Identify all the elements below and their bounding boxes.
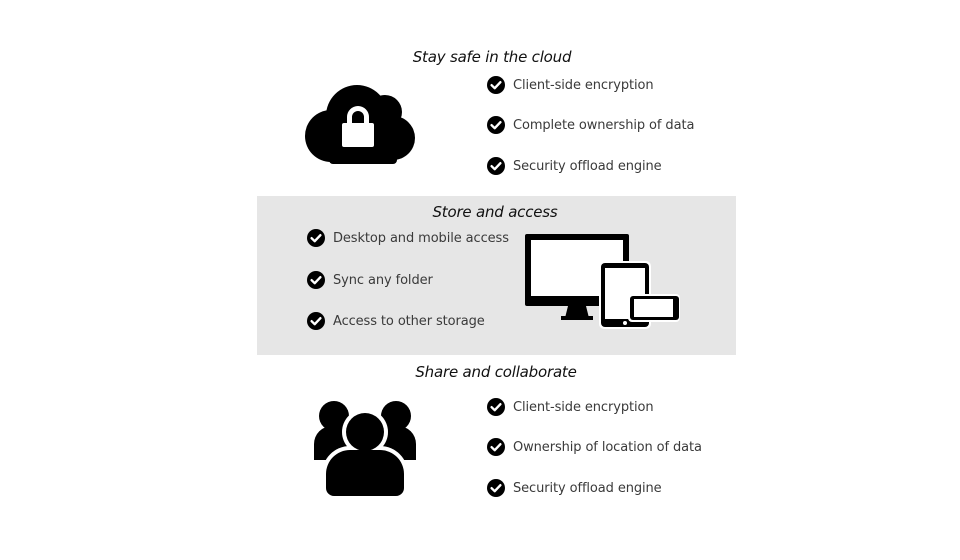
- check-circle-icon: [487, 76, 505, 94]
- section-title-safe: Stay safe in the cloud: [412, 48, 572, 66]
- item-label: Security offload engine: [513, 158, 662, 174]
- list-item: Client-side encryption: [487, 397, 654, 417]
- list-item: Security offload engine: [487, 156, 662, 176]
- check-circle-icon: [487, 479, 505, 497]
- check-circle-icon: [307, 271, 325, 289]
- list-item: Access to other storage: [307, 311, 485, 331]
- section-title-store: Store and access: [432, 203, 558, 221]
- item-label: Security offload engine: [513, 480, 662, 496]
- check-circle-icon: [487, 157, 505, 175]
- item-label: Ownership of location of data: [513, 439, 702, 455]
- list-item: Security offload engine: [487, 478, 662, 498]
- item-label: Client-side encryption: [513, 77, 654, 93]
- check-circle-icon: [487, 398, 505, 416]
- phone-icon: [628, 294, 680, 322]
- item-label: Complete ownership of data: [513, 117, 695, 133]
- feature-overview: Stay safe in the cloud Client-side encry…: [0, 0, 960, 560]
- devices-icon: [525, 234, 680, 329]
- section-title-share: Share and collaborate: [415, 363, 577, 381]
- item-label: Desktop and mobile access: [333, 230, 509, 246]
- list-item: Client-side encryption: [487, 75, 654, 95]
- check-circle-icon: [487, 116, 505, 134]
- check-circle-icon: [487, 438, 505, 456]
- check-circle-icon: [307, 229, 325, 247]
- item-label: Access to other storage: [333, 313, 485, 329]
- item-label: Client-side encryption: [513, 399, 654, 415]
- group-users-icon: [314, 401, 416, 498]
- list-item: Complete ownership of data: [487, 115, 694, 135]
- check-circle-icon: [307, 312, 325, 330]
- list-item: Sync any folder: [307, 270, 433, 290]
- list-item: Desktop and mobile access: [307, 228, 509, 248]
- cloud-lock-icon: [305, 85, 415, 164]
- item-label: Sync any folder: [333, 272, 433, 288]
- list-item: Ownership of location of data: [487, 437, 702, 457]
